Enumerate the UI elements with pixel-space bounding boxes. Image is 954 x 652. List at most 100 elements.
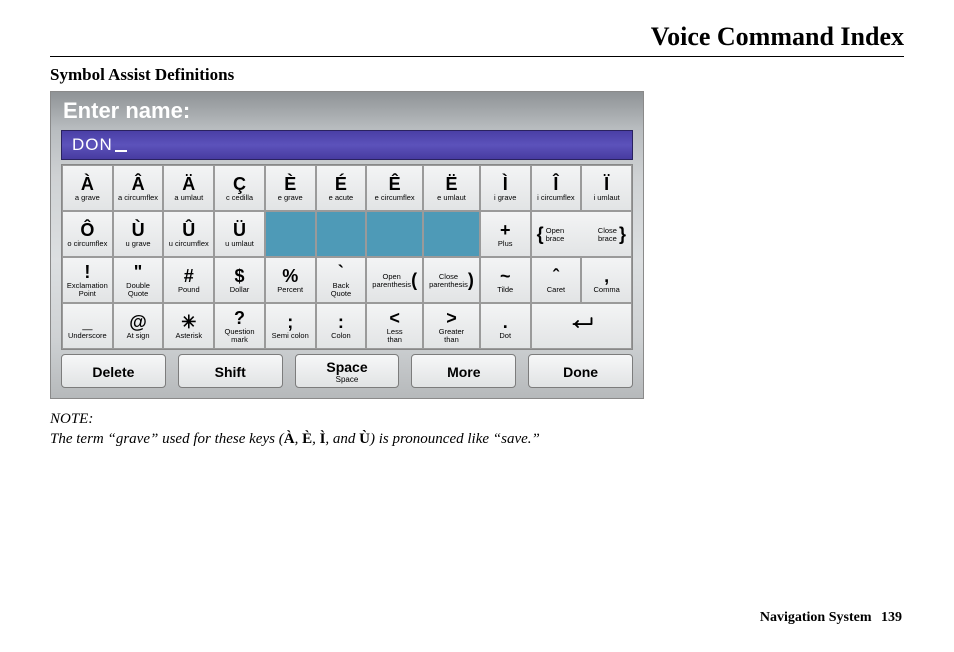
key-symbol: ` xyxy=(338,263,344,281)
key-symbol: % xyxy=(282,267,298,285)
done-button[interactable]: Done xyxy=(528,354,633,388)
key-symbol: > xyxy=(446,309,457,327)
key-label: Colon xyxy=(331,332,351,340)
key[interactable]: Çc cedilla xyxy=(214,165,265,211)
key[interactable]: ?Question mark xyxy=(214,303,265,349)
key-symbol: Ë xyxy=(445,175,457,193)
key-label: a circumflex xyxy=(118,194,158,202)
key-symbol: Ç xyxy=(233,175,246,193)
key-label: Greater than xyxy=(439,328,464,344)
key-label: u circumflex xyxy=(169,240,209,248)
key[interactable]: ~Tilde xyxy=(480,257,531,303)
key-symbol: " xyxy=(134,263,143,281)
note-body: The term “grave” used for these keys (À,… xyxy=(50,431,540,447)
key[interactable]: Ùu grave xyxy=(113,211,164,257)
key-disabled xyxy=(366,211,423,257)
key[interactable]: _Underscore xyxy=(62,303,113,349)
key[interactable]: Ûu circumflex xyxy=(163,211,214,257)
key-disabled xyxy=(316,211,367,257)
key-label: Plus xyxy=(498,240,513,248)
key-symbol: È xyxy=(284,175,296,193)
key[interactable]: Äa umlaut xyxy=(163,165,214,211)
key[interactable]: Êe circumflex xyxy=(366,165,423,211)
key-label: Dollar xyxy=(230,286,250,294)
key[interactable]: Ôo circumflex xyxy=(62,211,113,257)
key-label: Dot xyxy=(499,332,511,340)
key[interactable]: Ée acute xyxy=(316,165,367,211)
key[interactable]: Ìi grave xyxy=(480,165,531,211)
key-symbol: @ xyxy=(129,313,147,331)
name-input[interactable]: DON xyxy=(61,130,633,160)
key-label: a umlaut xyxy=(174,194,203,202)
key-symbol: # xyxy=(184,267,194,285)
key[interactable]: ˆCaret xyxy=(531,257,582,303)
key[interactable]: Üu umlaut xyxy=(214,211,265,257)
key[interactable]: Close parenthesis) xyxy=(423,257,480,303)
key-label: At sign xyxy=(127,332,150,340)
key-symbol: , xyxy=(604,267,609,285)
key[interactable]: Open parenthesis( xyxy=(366,257,423,303)
key-disabled xyxy=(423,211,480,257)
page-rule xyxy=(50,56,904,57)
key[interactable]: <Less than xyxy=(366,303,423,349)
action-row: Delete Shift Space Space More Done xyxy=(51,350,643,388)
key-label: e circumflex xyxy=(375,194,415,202)
key[interactable]: %Percent xyxy=(265,257,316,303)
key-label: Open brace xyxy=(546,227,565,243)
key-brace-pair[interactable]: {Open braceClose brace} xyxy=(531,211,632,257)
key-symbol: : xyxy=(338,313,344,331)
key[interactable]: $Dollar xyxy=(214,257,265,303)
key-label: Comma xyxy=(594,286,620,294)
key[interactable]: !Exclamation Point xyxy=(62,257,113,303)
key[interactable]: @At sign xyxy=(113,303,164,349)
key[interactable]: Îi circumflex xyxy=(531,165,582,211)
key[interactable]: #Pound xyxy=(163,257,214,303)
key-label: Underscore xyxy=(68,332,107,340)
shift-button[interactable]: Shift xyxy=(178,354,283,388)
note-label: NOTE: xyxy=(50,411,93,427)
more-button[interactable]: More xyxy=(411,354,516,388)
key[interactable]: `Back Quote xyxy=(316,257,367,303)
key[interactable]: Àa grave xyxy=(62,165,113,211)
key-symbol: ˆ xyxy=(553,267,559,285)
key-disabled xyxy=(265,211,316,257)
key[interactable]: "Double Quote xyxy=(113,257,164,303)
key[interactable]: ✳Asterisk xyxy=(163,303,214,349)
key-label: Double Quote xyxy=(126,282,150,298)
key[interactable]: .Dot xyxy=(480,303,531,349)
key-symbol: ) xyxy=(468,271,474,289)
key-label: Semi colon xyxy=(272,332,309,340)
key[interactable]: Ïi umlaut xyxy=(581,165,632,211)
key-symbol: < xyxy=(389,309,400,327)
screen-title: Enter name: xyxy=(51,92,643,130)
key-label: Caret xyxy=(547,286,565,294)
key-symbol: ; xyxy=(287,313,293,331)
key-label: Exclamation Point xyxy=(67,282,108,298)
key[interactable]: +Plus xyxy=(480,211,531,257)
space-button[interactable]: Space Space xyxy=(295,354,400,388)
key[interactable]: Âa circumflex xyxy=(113,165,164,211)
delete-button[interactable]: Delete xyxy=(61,354,166,388)
key-symbol: + xyxy=(500,221,511,239)
key[interactable]: Ëe umlaut xyxy=(423,165,480,211)
key-symbol: _ xyxy=(82,313,92,331)
key[interactable]: >Greater than xyxy=(423,303,480,349)
section-title: Symbol Assist Definitions xyxy=(50,65,904,85)
key-label: c cedilla xyxy=(226,194,253,202)
key[interactable]: ;Semi colon xyxy=(265,303,316,349)
key-label: Close brace xyxy=(598,227,617,243)
key-symbol: Ù xyxy=(132,221,145,239)
key-label: Question mark xyxy=(224,328,254,344)
key-label: i circumflex xyxy=(537,194,575,202)
key-symbol: É xyxy=(335,175,347,193)
key[interactable]: ,Comma xyxy=(581,257,632,303)
key-label: Asterisk xyxy=(175,332,202,340)
enter-key[interactable] xyxy=(531,303,632,349)
key-label: u grave xyxy=(126,240,151,248)
key[interactable]: :Colon xyxy=(316,303,367,349)
key-label: o circumflex xyxy=(67,240,107,248)
key[interactable]: Èe grave xyxy=(265,165,316,211)
key-symbol: { xyxy=(537,225,544,243)
page-footer: Navigation System 139 xyxy=(760,610,902,626)
key-symbol: À xyxy=(81,175,94,193)
